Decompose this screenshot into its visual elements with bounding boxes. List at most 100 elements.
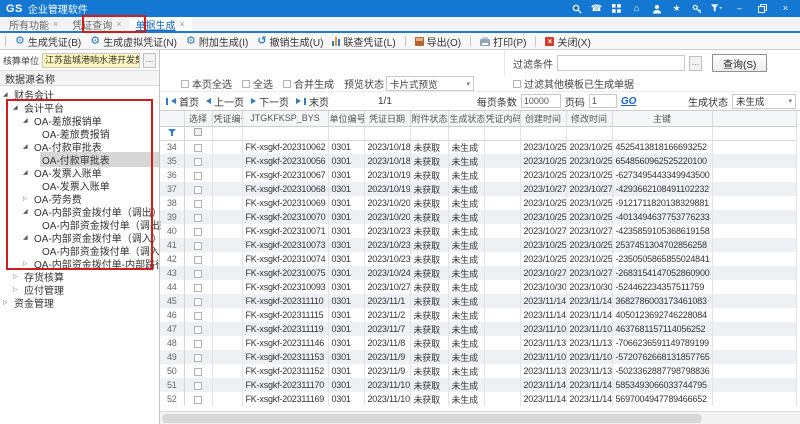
- linked-query-voucher-button[interactable]: 联查凭证(L): [332, 34, 395, 49]
- per-page-input[interactable]: [521, 94, 561, 108]
- column-header[interactable]: 修改时间: [566, 111, 612, 126]
- column-header[interactable]: 凭证内码: [484, 111, 520, 126]
- user-icon[interactable]: [651, 3, 662, 14]
- prev-page-button[interactable]: 上一页: [206, 94, 244, 109]
- collapsed-arrow-icon[interactable]: ▷: [3, 299, 12, 306]
- expanded-arrow-icon[interactable]: ◢: [23, 234, 32, 241]
- merge-generate-checkbox[interactable]: 合并生成: [283, 76, 334, 91]
- collapsed-arrow-icon[interactable]: ▷: [23, 195, 32, 202]
- row-checkbox[interactable]: [194, 270, 202, 278]
- tree-item-16[interactable]: ▷资金管理: [0, 296, 159, 309]
- row-number-cell[interactable]: 51: [160, 378, 184, 392]
- row-number-cell[interactable]: 45: [160, 294, 184, 308]
- row-number-cell[interactable]: 50: [160, 364, 184, 378]
- minimize-icon[interactable]: –: [734, 3, 745, 14]
- go-link[interactable]: GO: [621, 96, 637, 107]
- row-checkbox[interactable]: [194, 228, 202, 236]
- last-page-button[interactable]: 末页: [296, 94, 329, 109]
- row-checkbox[interactable]: [194, 256, 202, 264]
- row-select-cell[interactable]: [184, 378, 212, 392]
- table-row[interactable]: 51FK-xsgkf-20231117003012023/11/10未获取未生成…: [160, 378, 796, 392]
- row-checkbox[interactable]: [194, 144, 202, 152]
- row-number-cell[interactable]: 37: [160, 182, 184, 196]
- expanded-arrow-icon[interactable]: ◢: [23, 169, 32, 176]
- row-number-cell[interactable]: 44: [160, 280, 184, 294]
- row-select-cell[interactable]: [184, 182, 212, 196]
- export-button[interactable]: 导出(O): [415, 34, 461, 49]
- row-select-cell[interactable]: [184, 322, 212, 336]
- restore-icon[interactable]: [757, 3, 768, 14]
- row-checkbox[interactable]: [194, 354, 202, 362]
- row-checkbox[interactable]: [194, 312, 202, 320]
- table-row[interactable]: 34FK-xsgkf-20231006203012023/10/18未获取未生成…: [160, 140, 796, 154]
- table-row[interactable]: 39FK-xsgkf-20231007003012023/10/20未获取未生成…: [160, 210, 796, 224]
- row-select-cell[interactable]: [184, 336, 212, 350]
- table-row[interactable]: 47FK-xsgkf-20231111903012023/11/7未获取未生成2…: [160, 322, 796, 336]
- expanded-arrow-icon[interactable]: ◢: [23, 208, 32, 215]
- row-select-cell[interactable]: [184, 364, 212, 378]
- filter-dropdown-icon[interactable]: [711, 3, 722, 14]
- row-number-cell[interactable]: 38: [160, 196, 184, 210]
- row-select-cell[interactable]: [184, 280, 212, 294]
- table-row[interactable]: 49FK-xsgkf-20231115303012023/11/9未获取未生成2…: [160, 350, 796, 364]
- row-select-cell[interactable]: [184, 252, 212, 266]
- accounting-unit-more-button[interactable]: …: [143, 53, 156, 68]
- expanded-arrow-icon[interactable]: ◢: [23, 143, 32, 150]
- row-select-cell[interactable]: [184, 196, 212, 210]
- row-select-cell[interactable]: [184, 224, 212, 238]
- column-header[interactable]: 单位编号: [328, 111, 364, 126]
- horizontal-scrollbar[interactable]: [160, 411, 800, 424]
- generate-status-select[interactable]: 未生成 ▾: [732, 94, 796, 109]
- table-row[interactable]: 43FK-xsgkf-20231007503012023/10/24未获取未生成…: [160, 266, 796, 280]
- query-button[interactable]: 查询(S): [712, 54, 767, 72]
- tab-all-functions[interactable]: 所有功能×: [2, 17, 65, 31]
- grid-filter-cell[interactable]: [184, 126, 212, 140]
- collapsed-arrow-icon[interactable]: ▷: [13, 286, 22, 293]
- print-button[interactable]: 打印(P): [480, 34, 526, 49]
- row-checkbox[interactable]: [194, 284, 202, 292]
- row-select-cell[interactable]: [184, 350, 212, 364]
- row-checkbox[interactable]: [194, 186, 202, 194]
- close-icon[interactable]: ×: [780, 3, 791, 14]
- column-header[interactable]: 凭证编号: [212, 111, 242, 126]
- row-checkbox[interactable]: [194, 382, 202, 390]
- home-icon[interactable]: ⌂: [631, 3, 642, 14]
- row-number-cell[interactable]: 36: [160, 168, 184, 182]
- close-button[interactable]: ×关闭(X): [545, 34, 590, 49]
- column-header[interactable]: 生成状态: [448, 111, 484, 126]
- table-row[interactable]: 37FK-xsgkf-20231006803012023/10/19未获取未生成…: [160, 182, 796, 196]
- table-row[interactable]: 41FK-xsgkf-20231007303012023/10/23未获取未生成…: [160, 238, 796, 252]
- row-select-cell[interactable]: [184, 168, 212, 182]
- column-header[interactable]: JTGKFKSP_BYS: [242, 111, 328, 126]
- additional-generate-button[interactable]: ⚙附加生成(I): [186, 34, 248, 49]
- row-number-cell[interactable]: 47: [160, 322, 184, 336]
- row-select-cell[interactable]: [184, 140, 212, 154]
- table-row[interactable]: 40FK-xsgkf-20231007103012023/10/23未获取未生成…: [160, 224, 796, 238]
- table-row[interactable]: 36FK-xsgkf-20231006703012023/10/19未获取未生成…: [160, 168, 796, 182]
- star-icon[interactable]: ★: [671, 3, 682, 14]
- next-page-button[interactable]: 下一页: [251, 94, 289, 109]
- row-checkbox[interactable]: [194, 326, 202, 334]
- row-select-cell[interactable]: [184, 210, 212, 224]
- search-icon[interactable]: [571, 3, 582, 14]
- row-select-cell[interactable]: [184, 294, 212, 308]
- panel-splitter-handle[interactable]: ⋮: [156, 220, 165, 231]
- table-row[interactable]: 38FK-xsgkf-20231006903012023/10/20未获取未生成…: [160, 196, 796, 210]
- key-icon[interactable]: [691, 3, 702, 14]
- row-checkbox[interactable]: [194, 396, 202, 404]
- column-header[interactable]: 选择: [184, 111, 212, 126]
- row-checkbox[interactable]: [194, 200, 202, 208]
- row-select-cell[interactable]: [184, 392, 212, 406]
- page-number-input[interactable]: [589, 94, 617, 108]
- row-number-cell[interactable]: 52: [160, 392, 184, 406]
- row-checkbox[interactable]: [194, 172, 202, 180]
- table-row[interactable]: 35FK-xsgkf-20231005603012023/10/18未获取未生成…: [160, 154, 796, 168]
- filter-generated-checkbox[interactable]: [513, 80, 521, 88]
- table-row[interactable]: 45FK-xsgkf-20231111003012023/11/1未获取未生成2…: [160, 294, 796, 308]
- row-number-cell[interactable]: 49: [160, 350, 184, 364]
- row-select-cell[interactable]: [184, 238, 212, 252]
- row-number-cell[interactable]: 35: [160, 154, 184, 168]
- filter-condition-input[interactable]: [557, 55, 685, 71]
- generate-voucher-button[interactable]: ⚙生成凭证(B): [15, 34, 81, 49]
- grid-filter-cell[interactable]: [160, 126, 184, 140]
